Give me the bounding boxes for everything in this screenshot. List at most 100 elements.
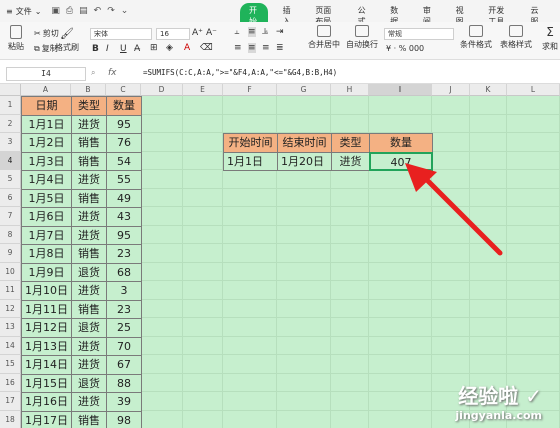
align-right-icon[interactable]: ≡: [262, 43, 270, 53]
search-icon[interactable]: ⌕: [91, 68, 95, 78]
align-bottom-icon[interactable]: ⫡: [262, 27, 268, 37]
table-cell[interactable]: 70: [106, 336, 142, 356]
formula-input[interactable]: =SUMIFS(C:C,A:A,">="&F4,A:A,"<="&G4,B:B,…: [143, 68, 337, 77]
table-cell[interactable]: 1月10日: [21, 281, 72, 301]
column-header-I[interactable]: I: [369, 84, 432, 96]
sum-button[interactable]: Σ 求和: [542, 25, 558, 52]
align-left-icon[interactable]: ≡: [234, 43, 242, 53]
table-cell[interactable]: 进货: [71, 207, 107, 227]
table-cell[interactable]: 进货: [71, 392, 107, 412]
border-icon[interactable]: ⊞: [150, 43, 158, 53]
align-middle-icon[interactable]: ≡: [248, 27, 256, 37]
table-cell[interactable]: 49: [106, 188, 142, 208]
table-cell[interactable]: 销售: [71, 299, 107, 319]
eraser-icon[interactable]: ⌫: [200, 43, 213, 53]
font-size-select[interactable]: 16: [156, 28, 190, 40]
table-cell[interactable]: 55: [106, 170, 142, 190]
table-cell[interactable]: 退货: [71, 318, 107, 338]
table-cell[interactable]: 退货: [71, 373, 107, 393]
table-cell[interactable]: 95: [106, 114, 142, 134]
table-cell[interactable]: 1月1日: [21, 114, 72, 134]
decrease-font-icon[interactable]: A⁻: [206, 28, 217, 38]
table-cell[interactable]: 67: [106, 355, 142, 375]
column-header-H[interactable]: H: [331, 84, 369, 96]
redo-icon[interactable]: ↷: [107, 6, 115, 16]
table-header-cell[interactable]: 数量: [106, 96, 142, 116]
row-header-18[interactable]: 18: [0, 410, 21, 428]
file-menu[interactable]: ≡ 文件 ⌄: [0, 6, 41, 17]
table-cell[interactable]: 54: [106, 151, 142, 171]
row-header-13[interactable]: 13: [0, 318, 21, 337]
row-header-7[interactable]: 7: [0, 207, 21, 226]
table-cell[interactable]: 进货: [71, 114, 107, 134]
column-header-D[interactable]: D: [141, 84, 183, 96]
table-cell[interactable]: 23: [106, 299, 142, 319]
row-header-16[interactable]: 16: [0, 373, 21, 392]
italic-button[interactable]: I: [106, 44, 109, 54]
font-color-icon[interactable]: A: [184, 43, 190, 53]
table-cell[interactable]: 1月15日: [21, 373, 72, 393]
font-name-select[interactable]: 宋体: [90, 28, 152, 40]
table-header-cell[interactable]: 类型: [71, 96, 107, 116]
table-cell[interactable]: 1月5日: [21, 188, 72, 208]
row-header-8[interactable]: 8: [0, 225, 21, 244]
criteria-header-cell[interactable]: 数量: [369, 133, 433, 153]
fill-color-icon[interactable]: ◈: [166, 43, 173, 53]
table-cell[interactable]: 1月6日: [21, 207, 72, 227]
row-header-3[interactable]: 3: [0, 133, 21, 152]
format-painter-button[interactable]: 🖌 格式刷: [55, 27, 79, 53]
table-cell[interactable]: 98: [106, 410, 142, 428]
currency-icon[interactable]: ¥ · % 000: [386, 44, 424, 53]
criteria-header-cell[interactable]: 类型: [331, 133, 370, 153]
table-cell[interactable]: 43: [106, 207, 142, 227]
table-cell[interactable]: 1月14日: [21, 355, 72, 375]
criteria-value-cell[interactable]: 1月1日: [223, 151, 278, 171]
table-cell[interactable]: 1月3日: [21, 151, 72, 171]
table-cell[interactable]: 1月17日: [21, 410, 72, 428]
column-header-C[interactable]: C: [106, 84, 141, 96]
select-all-corner[interactable]: [0, 84, 21, 96]
row-header-15[interactable]: 15: [0, 355, 21, 374]
justify-icon[interactable]: ≣: [276, 43, 284, 53]
print-preview-icon[interactable]: ▤: [79, 6, 88, 16]
table-cell[interactable]: 1月12日: [21, 318, 72, 338]
column-header-G[interactable]: G: [277, 84, 331, 96]
criteria-value-cell[interactable]: 1月20日: [277, 151, 332, 171]
row-header-14[interactable]: 14: [0, 336, 21, 355]
table-cell[interactable]: 1月13日: [21, 336, 72, 356]
table-cell[interactable]: 1月7日: [21, 225, 72, 245]
name-box[interactable]: I4: [6, 67, 86, 81]
result-cell[interactable]: 407: [369, 151, 433, 171]
column-header-E[interactable]: E: [183, 84, 223, 96]
row-header-4[interactable]: 4: [0, 151, 21, 170]
table-cell[interactable]: 销售: [71, 244, 107, 264]
row-header-12[interactable]: 12: [0, 299, 21, 318]
table-cell[interactable]: 进货: [71, 170, 107, 190]
column-header-L[interactable]: L: [507, 84, 560, 96]
hamburger-icon[interactable]: ≡: [6, 7, 13, 16]
row-header-17[interactable]: 17: [0, 392, 21, 411]
row-header-10[interactable]: 10: [0, 262, 21, 281]
column-header-A[interactable]: A: [21, 84, 71, 96]
table-cell[interactable]: 23: [106, 244, 142, 264]
conditional-format-button[interactable]: 条件格式: [460, 25, 492, 50]
column-header-B[interactable]: B: [71, 84, 106, 96]
table-cell[interactable]: 1月2日: [21, 133, 72, 153]
table-cell[interactable]: 68: [106, 262, 142, 282]
table-cell[interactable]: 1月16日: [21, 392, 72, 412]
table-cell[interactable]: 进货: [71, 281, 107, 301]
row-header-5[interactable]: 5: [0, 170, 21, 189]
spreadsheet-grid[interactable]: A B C D E F G H I J K L 1 2 3 4 5 6 7 8 9 10 11 12 13 14 15 16 17 18 日…: [0, 84, 560, 428]
row-header-9[interactable]: 9: [0, 244, 21, 263]
table-cell[interactable]: 退货: [71, 262, 107, 282]
table-cell[interactable]: 进货: [71, 355, 107, 375]
underline-button[interactable]: U: [120, 44, 127, 54]
table-cell[interactable]: 1月11日: [21, 299, 72, 319]
save-icon[interactable]: ▣: [51, 6, 60, 16]
align-center-icon[interactable]: ≡: [248, 43, 256, 53]
table-cell[interactable]: 销售: [71, 410, 107, 428]
table-header-cell[interactable]: 日期: [21, 96, 72, 116]
criteria-header-cell[interactable]: 开始时间: [223, 133, 278, 153]
merge-center-button[interactable]: 合并居中: [308, 25, 340, 50]
criteria-value-cell[interactable]: 进货: [331, 151, 370, 171]
